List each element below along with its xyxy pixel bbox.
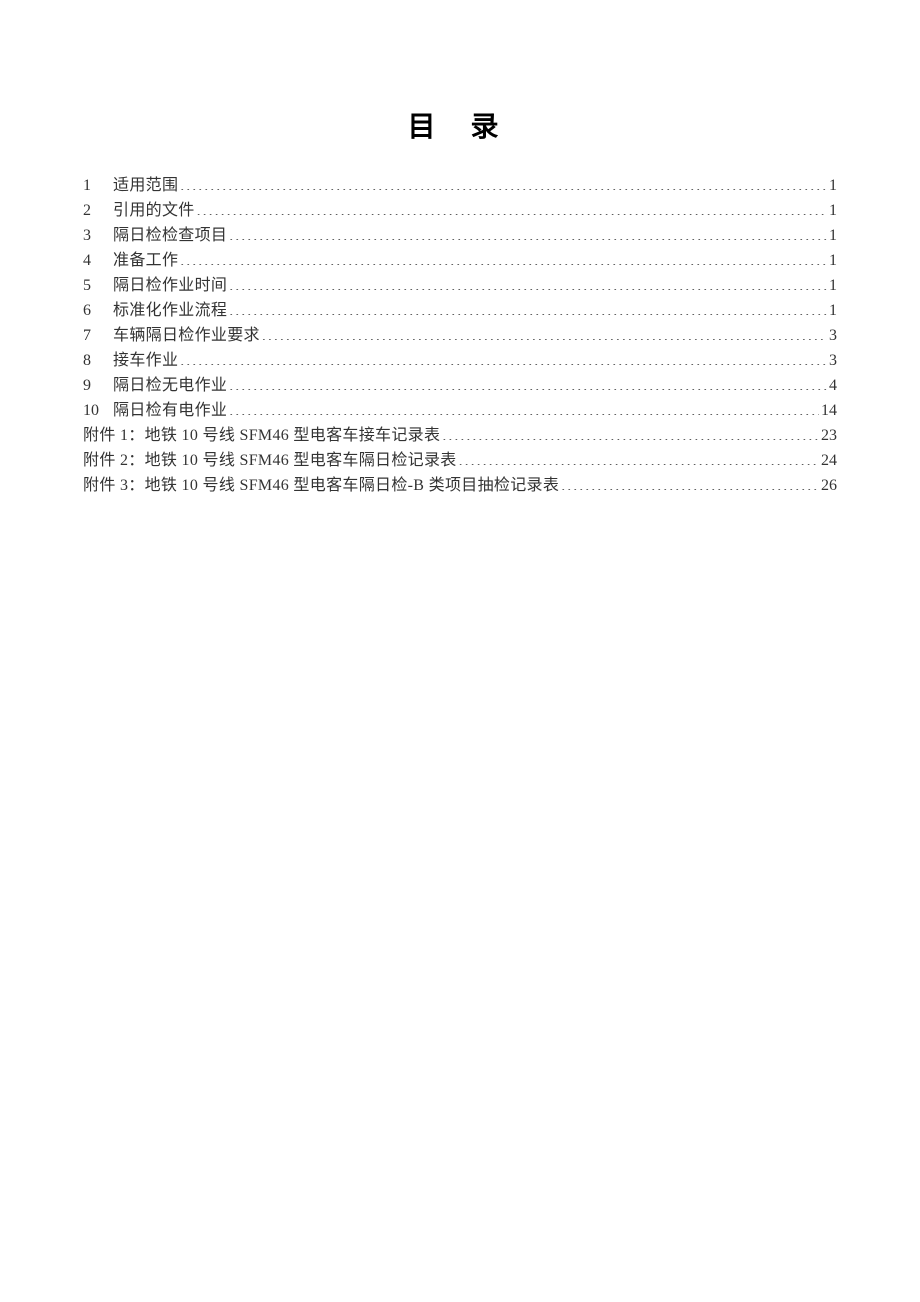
toc-label: 附件 3：地铁 10 号线 SFM46 型电客车隔日检-B 类项目抽检记录表: [83, 473, 559, 498]
toc-page-number: 26: [821, 473, 837, 498]
toc-entry: 3 隔日检检查项目 1: [83, 223, 837, 248]
document-page: 目 录 1 适用范围 1 2 引用的文件 1 3 隔日检检查项目 1 4 准备工…: [0, 0, 920, 498]
toc-label: 接车作业: [113, 348, 178, 373]
toc-label: 隔日检作业时间: [113, 273, 227, 298]
toc-page-number: 4: [829, 373, 837, 398]
toc-page-number: 1: [829, 198, 837, 223]
toc-appendix-entry: 附件 3：地铁 10 号线 SFM46 型电客车隔日检-B 类项目抽检记录表 2…: [83, 473, 837, 498]
toc-label: 隔日检有电作业: [113, 398, 227, 423]
toc-label: 隔日检检查项目: [113, 223, 227, 248]
toc-number: 8: [83, 348, 113, 373]
toc-label: 车辆隔日检作业要求: [113, 323, 260, 348]
toc-label: 适用范围: [113, 173, 178, 198]
toc-title: 目 录: [83, 105, 837, 145]
toc-entry: 4 准备工作 1: [83, 248, 837, 273]
toc-number: 3: [83, 223, 113, 248]
toc-leader-dots: [197, 199, 827, 215]
toc-number: 7: [83, 323, 113, 348]
toc-leader-dots: [180, 349, 827, 365]
toc-number: 10: [83, 398, 113, 423]
toc-label: 附件 2：地铁 10 号线 SFM46 型电客车隔日检记录表: [83, 448, 457, 473]
toc-number: 2: [83, 198, 113, 223]
toc-leader-dots: [180, 174, 827, 190]
toc-leader-dots: [442, 424, 819, 440]
toc-page-number: 23: [821, 423, 837, 448]
toc-entry: 5 隔日检作业时间 1: [83, 273, 837, 298]
toc-label: 准备工作: [113, 248, 178, 273]
toc-entry: 7 车辆隔日检作业要求 3: [83, 323, 837, 348]
toc-label: 隔日检无电作业: [113, 373, 227, 398]
toc-leader-dots: [262, 324, 827, 340]
toc-page-number: 1: [829, 248, 837, 273]
toc-leader-dots: [229, 374, 827, 390]
toc-leader-dots: [229, 299, 827, 315]
toc-entry: 9 隔日检无电作业 4: [83, 373, 837, 398]
toc-number: 1: [83, 173, 113, 198]
toc-leader-dots: [180, 249, 827, 265]
toc-entry: 6 标准化作业流程 1: [83, 298, 837, 323]
toc-entry: 1 适用范围 1: [83, 173, 837, 198]
toc-entry: 2 引用的文件 1: [83, 198, 837, 223]
toc-page-number: 3: [829, 323, 837, 348]
toc-page-number: 1: [829, 273, 837, 298]
toc-leader-dots: [561, 474, 819, 490]
toc-appendix-entry: 附件 1：地铁 10 号线 SFM46 型电客车接车记录表 23: [83, 423, 837, 448]
toc-page-number: 14: [821, 398, 837, 423]
toc-number: 6: [83, 298, 113, 323]
toc-page-number: 1: [829, 298, 837, 323]
toc-entry: 8 接车作业 3: [83, 348, 837, 373]
toc-leader-dots: [459, 449, 819, 465]
toc-appendix-entry: 附件 2：地铁 10 号线 SFM46 型电客车隔日检记录表 24: [83, 448, 837, 473]
toc-page-number: 1: [829, 223, 837, 248]
toc-number: 4: [83, 248, 113, 273]
toc-number: 5: [83, 273, 113, 298]
toc-leader-dots: [229, 274, 827, 290]
toc-label: 引用的文件: [113, 198, 195, 223]
toc-label: 附件 1：地铁 10 号线 SFM46 型电客车接车记录表: [83, 423, 440, 448]
toc-page-number: 1: [829, 173, 837, 198]
toc-leader-dots: [229, 224, 827, 240]
toc-leader-dots: [229, 399, 819, 415]
toc-entry: 10 隔日检有电作业 14: [83, 398, 837, 423]
toc-number: 9: [83, 373, 113, 398]
toc-list: 1 适用范围 1 2 引用的文件 1 3 隔日检检查项目 1 4 准备工作 1 …: [83, 173, 837, 498]
toc-page-number: 3: [829, 348, 837, 373]
toc-page-number: 24: [821, 448, 837, 473]
toc-label: 标准化作业流程: [113, 298, 227, 323]
